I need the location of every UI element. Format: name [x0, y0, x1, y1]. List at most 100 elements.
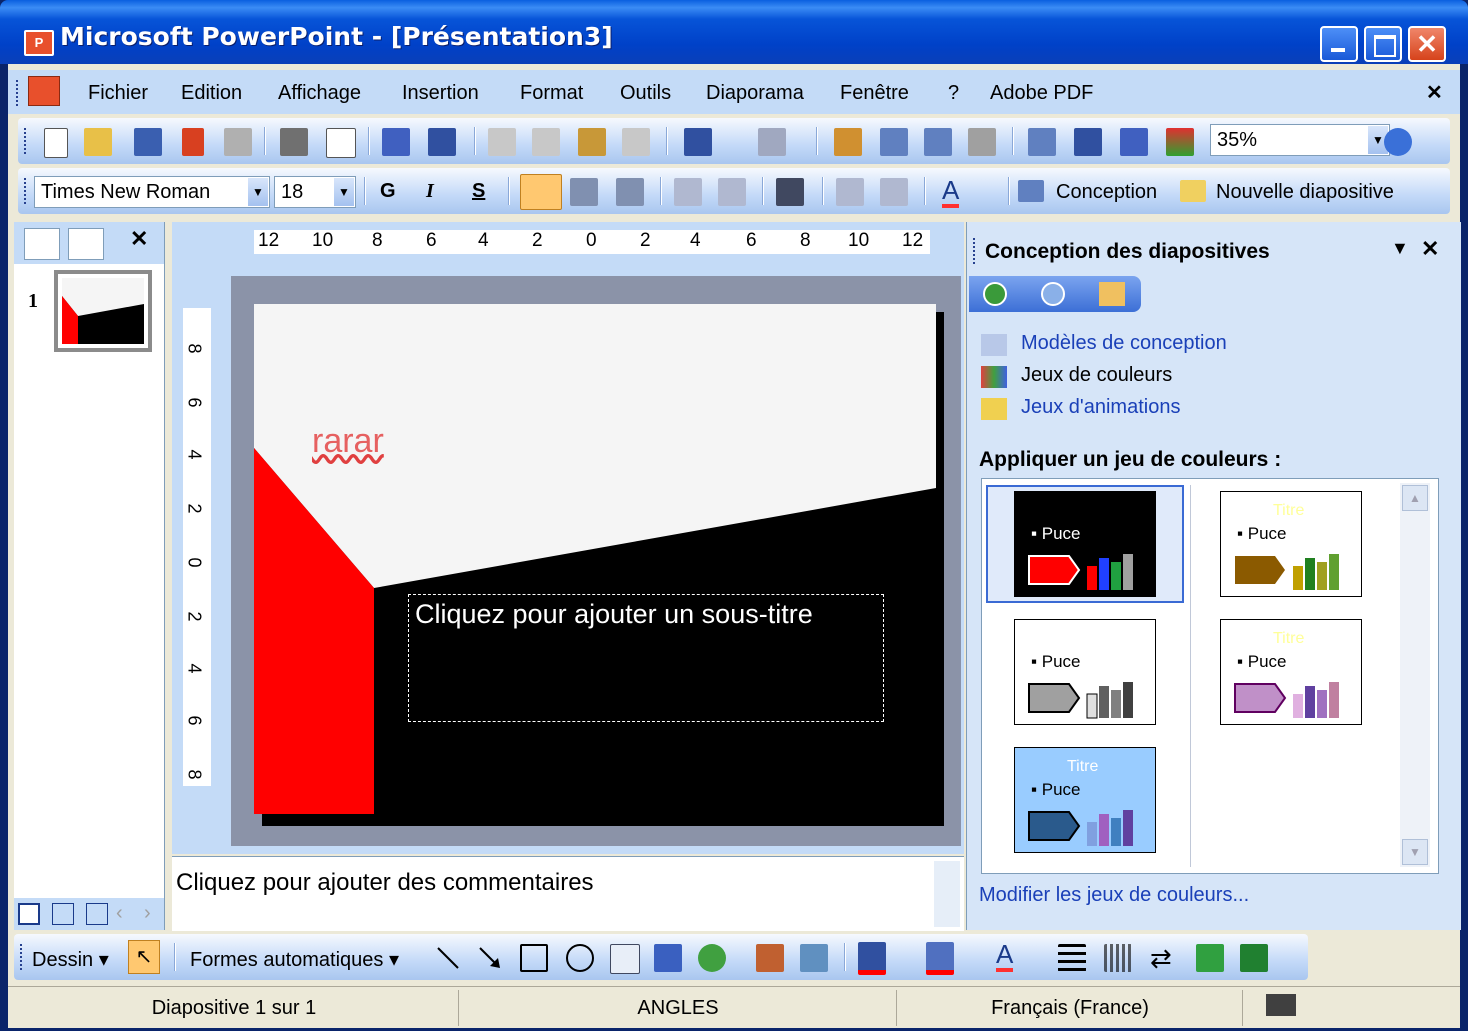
undo-icon[interactable]: [684, 128, 712, 156]
color-grayscale-icon[interactable]: [1166, 128, 1194, 156]
shadow-style-icon[interactable]: [1196, 944, 1224, 972]
close-task-pane-icon[interactable]: ✕: [1421, 236, 1439, 262]
normal-view-icon[interactable]: [18, 903, 40, 925]
menu-fenetre[interactable]: Fenêtre: [840, 82, 909, 105]
slide-sorter-icon[interactable]: [52, 903, 74, 925]
oval-icon[interactable]: [566, 944, 594, 972]
document-icon[interactable]: [28, 76, 60, 106]
clip-art-icon[interactable]: [756, 944, 784, 972]
close-window-button[interactable]: ✕: [1408, 26, 1446, 62]
bold-button[interactable]: G: [380, 180, 396, 203]
fill-color-icon[interactable]: [858, 942, 886, 975]
back-arrow-icon[interactable]: [983, 282, 1007, 306]
chevron-down-icon[interactable]: ▼: [248, 178, 268, 206]
design-templates-link[interactable]: Modèles de conception: [1021, 332, 1227, 355]
diagram-icon[interactable]: [698, 944, 726, 972]
color-scheme-2[interactable]: Titre ▪ Puce: [1220, 491, 1362, 597]
insert-chart-icon[interactable]: [834, 128, 862, 156]
scroll-left-icon[interactable]: ‹: [116, 902, 123, 925]
home-icon[interactable]: [1099, 282, 1125, 306]
increase-indent-button[interactable]: [880, 178, 908, 206]
arrow-style-icon[interactable]: ⇄: [1150, 944, 1178, 972]
menu-edition[interactable]: Edition: [181, 82, 242, 105]
color-scheme-3[interactable]: ▪ Puce: [1014, 619, 1156, 725]
menu-diaporama[interactable]: Diaporama: [706, 82, 804, 105]
show-formatting-icon[interactable]: [1074, 128, 1102, 156]
design-button[interactable]: Conception: [1056, 181, 1157, 204]
bullets-button[interactable]: [718, 178, 746, 206]
spelling-icon[interactable]: [382, 128, 410, 156]
notes-scrollbar[interactable]: [934, 861, 960, 927]
format-painter-icon[interactable]: [622, 128, 650, 156]
draw-menu-button[interactable]: Dessin ▾: [32, 947, 109, 972]
minimize-button[interactable]: [1320, 26, 1358, 62]
taskpane-grip[interactable]: [973, 238, 978, 264]
notes-placeholder[interactable]: Cliquez pour ajouter des commentaires: [176, 869, 594, 897]
text-box-icon[interactable]: [610, 944, 640, 974]
shadow-button[interactable]: S: [472, 180, 485, 203]
dash-style-icon[interactable]: [1104, 944, 1132, 972]
font-size-combo[interactable]: 18 ▼: [274, 176, 356, 208]
arrow-icon[interactable]: [476, 944, 504, 972]
status-design-name[interactable]: ANGLES: [460, 990, 897, 1026]
new-document-icon[interactable]: [44, 128, 68, 158]
align-left-button[interactable]: [520, 174, 562, 210]
color-scheme-1[interactable]: ▪ Puce: [1014, 491, 1156, 597]
color-scheme-5[interactable]: Titre ▪ Puce: [1014, 747, 1156, 853]
tab-slides[interactable]: [68, 228, 104, 260]
menu-insertion[interactable]: Insertion: [402, 82, 479, 105]
insert-hyperlink-icon[interactable]: [968, 128, 996, 156]
tables-borders-icon[interactable]: [924, 128, 952, 156]
numbering-button[interactable]: [674, 178, 702, 206]
select-objects-icon[interactable]: ↖: [128, 940, 160, 974]
subtitle-placeholder[interactable]: Cliquez pour ajouter un sous-titre: [408, 594, 884, 722]
expand-all-icon[interactable]: [1028, 128, 1056, 156]
zoom-combo[interactable]: 35% ▼: [1210, 124, 1390, 156]
research-icon[interactable]: [428, 128, 456, 156]
close-pane-icon[interactable]: ✕: [130, 226, 148, 252]
copy-icon[interactable]: [532, 128, 560, 156]
scroll-down-icon[interactable]: ▼: [1402, 839, 1428, 865]
new-slide-button[interactable]: Nouvelle diapositive: [1216, 181, 1394, 204]
menu-outils[interactable]: Outils: [620, 82, 671, 105]
paste-icon[interactable]: [578, 128, 606, 156]
align-center-button[interactable]: [570, 178, 598, 206]
increase-font-size-button[interactable]: [776, 178, 804, 206]
print-preview-icon[interactable]: [326, 128, 356, 158]
insert-table-icon[interactable]: [880, 128, 908, 156]
slide[interactable]: rarar Cliquez pour ajouter un sous-titre: [254, 304, 936, 814]
slide-thumbnail[interactable]: [54, 270, 152, 352]
menu-format[interactable]: Format: [520, 82, 583, 105]
font-color-button[interactable]: A: [942, 176, 960, 208]
line-icon[interactable]: [434, 944, 462, 972]
permission-icon[interactable]: [182, 128, 204, 156]
title-bar[interactable]: P Microsoft PowerPoint - [Présentation3]…: [0, 0, 1468, 64]
print-icon[interactable]: [280, 128, 308, 156]
tab-outline[interactable]: [24, 228, 60, 260]
draw-font-color-icon[interactable]: A: [996, 940, 1014, 972]
help-icon[interactable]: [1384, 128, 1412, 156]
menu-adobe-pdf[interactable]: Adobe PDF: [990, 82, 1093, 105]
close-document-icon[interactable]: ✕: [1426, 80, 1443, 105]
scroll-up-icon[interactable]: ▲: [1402, 485, 1428, 511]
gallery-scrollbar[interactable]: ▲ ▼: [1400, 483, 1430, 867]
wordart-icon[interactable]: [654, 944, 682, 972]
maximize-button[interactable]: [1364, 26, 1402, 62]
insert-picture-icon[interactable]: [800, 944, 828, 972]
align-right-button[interactable]: [616, 178, 644, 206]
slideshow-icon[interactable]: [86, 903, 108, 925]
formatting-toolbar-grip[interactable]: [24, 178, 29, 204]
edit-color-schemes-link[interactable]: Modifier les jeux de couleurs...: [979, 884, 1249, 907]
notes-pane[interactable]: Cliquez pour ajouter des commentaires: [172, 856, 964, 931]
menu-fichier[interactable]: Fichier: [88, 82, 148, 105]
email-icon[interactable]: [224, 128, 252, 156]
italic-button[interactable]: I: [426, 180, 434, 203]
line-style-icon[interactable]: [1058, 944, 1086, 972]
font-name-combo[interactable]: Times New Roman ▼: [34, 176, 270, 208]
color-scheme-4[interactable]: Titre ▪ Puce: [1220, 619, 1362, 725]
forward-arrow-icon[interactable]: [1041, 282, 1065, 306]
chevron-down-icon[interactable]: ▼: [334, 178, 354, 206]
cut-icon[interactable]: [488, 128, 516, 156]
animation-schemes-link[interactable]: Jeux d'animations: [1021, 396, 1180, 419]
scroll-right-icon[interactable]: ›: [144, 902, 151, 925]
